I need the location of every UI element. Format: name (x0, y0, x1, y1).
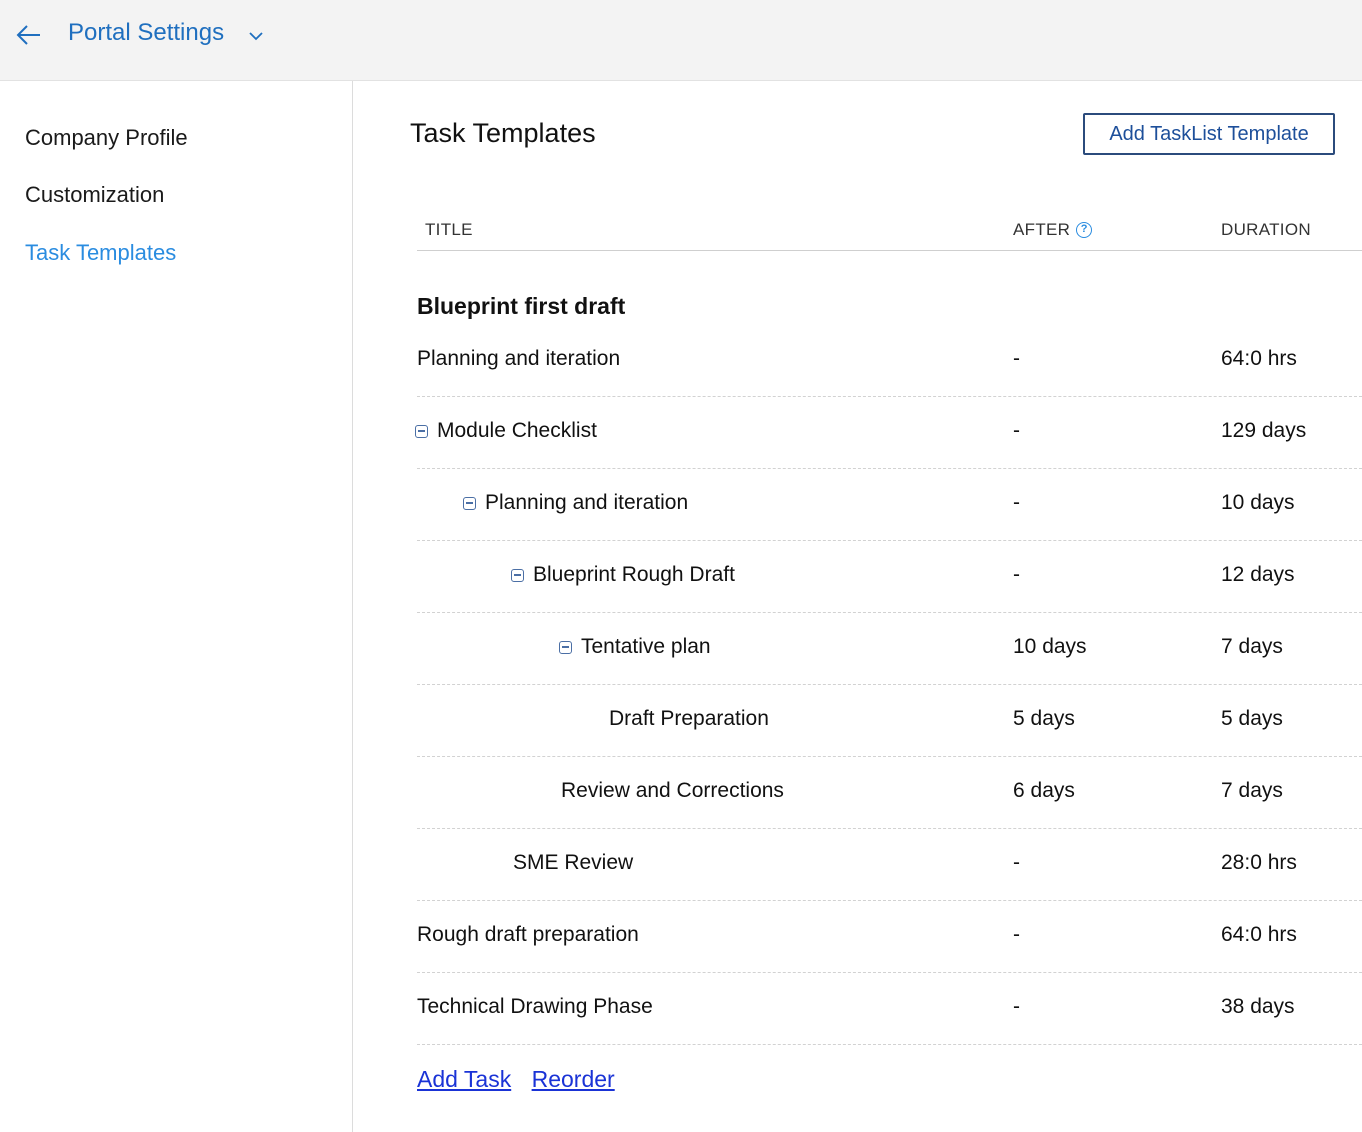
table-row: Draft Preparation 5 days 5 days (417, 685, 1362, 757)
task-title[interactable]: Draft Preparation (609, 707, 769, 731)
header-divider (417, 250, 1362, 251)
row-divider (417, 1044, 1362, 1045)
task-duration: 129 days (1221, 419, 1307, 442)
task-after: 5 days (1013, 707, 1075, 730)
add-tasklist-template-button[interactable]: Add TaskList Template (1083, 113, 1335, 155)
portal-settings-title[interactable]: Portal Settings (68, 19, 224, 47)
task-duration: 64:0 hrs (1221, 923, 1297, 946)
table-row: Planning and iteration - 10 days (417, 469, 1362, 541)
task-duration: 10 days (1221, 491, 1295, 514)
sidebar: Company Profile Customization Task Templ… (0, 81, 353, 1132)
collapse-icon[interactable] (559, 640, 572, 654)
task-title[interactable]: SME Review (513, 851, 633, 875)
task-duration: 38 days (1221, 995, 1295, 1018)
task-title[interactable]: Review and Corrections (561, 779, 784, 803)
task-after: - (1013, 563, 1020, 586)
task-title[interactable]: Planning and iteration (485, 491, 688, 515)
column-header-title: TITLE (425, 220, 473, 239)
table-row: Module Checklist - 129 days (415, 397, 1362, 469)
task-title[interactable]: Blueprint Rough Draft (533, 563, 735, 587)
column-header-after-label: AFTER (1013, 220, 1071, 239)
chevron-down-icon[interactable] (246, 28, 266, 44)
task-after: - (1013, 923, 1020, 946)
table-row: Tentative plan 10 days 7 days (417, 613, 1362, 685)
arrow-left-icon[interactable] (14, 22, 44, 48)
task-title[interactable]: Rough draft preparation (417, 923, 639, 947)
table-row: Technical Drawing Phase - 38 days (417, 973, 1362, 1045)
task-after: - (1013, 995, 1020, 1018)
main-panel: Task Templates Add TaskList Template TIT… (353, 81, 1362, 1132)
task-after: 6 days (1013, 779, 1075, 802)
task-after: - (1013, 491, 1020, 514)
task-title[interactable]: Module Checklist (437, 419, 597, 443)
page-title: Task Templates (410, 118, 596, 148)
task-after: 10 days (1013, 635, 1087, 658)
sidebar-item-company-profile[interactable]: Company Profile (25, 125, 188, 151)
task-after: - (1013, 419, 1020, 442)
collapse-icon[interactable] (511, 568, 524, 582)
task-duration: 64:0 hrs (1221, 347, 1297, 370)
task-title[interactable]: Planning and iteration (417, 347, 620, 371)
task-duration: 28:0 hrs (1221, 851, 1297, 874)
table-row: Review and Corrections 6 days 7 days (417, 757, 1362, 829)
footer-actions: Add Task Reorder (417, 1066, 629, 1093)
collapse-icon[interactable] (415, 424, 428, 438)
column-header-after: AFTER ? (1013, 220, 1093, 240)
top-bar: Portal Settings (0, 0, 1362, 81)
add-task-link[interactable]: Add Task (417, 1066, 511, 1092)
sidebar-item-task-templates[interactable]: Task Templates (25, 240, 176, 266)
task-duration: 7 days (1221, 779, 1283, 802)
reorder-link[interactable]: Reorder (532, 1066, 615, 1092)
column-header-duration: DURATION (1221, 220, 1311, 239)
question-circle-icon[interactable]: ? (1076, 222, 1093, 238)
task-after: - (1013, 347, 1020, 370)
task-duration: 7 days (1221, 635, 1283, 658)
task-duration: 12 days (1221, 563, 1295, 586)
collapse-icon[interactable] (463, 496, 476, 510)
task-title[interactable]: Tentative plan (581, 635, 711, 659)
table-row: Blueprint Rough Draft - 12 days (417, 541, 1362, 613)
tasklist-group-title: Blueprint first draft (417, 293, 626, 319)
sidebar-item-customization[interactable]: Customization (25, 182, 164, 208)
table-row: Rough draft preparation - 64:0 hrs (417, 901, 1362, 973)
task-after: - (1013, 851, 1020, 874)
table-row: SME Review - 28:0 hrs (417, 829, 1362, 901)
table-row: Planning and iteration - 64:0 hrs (417, 325, 1362, 397)
task-title[interactable]: Technical Drawing Phase (417, 995, 653, 1019)
task-duration: 5 days (1221, 707, 1283, 730)
